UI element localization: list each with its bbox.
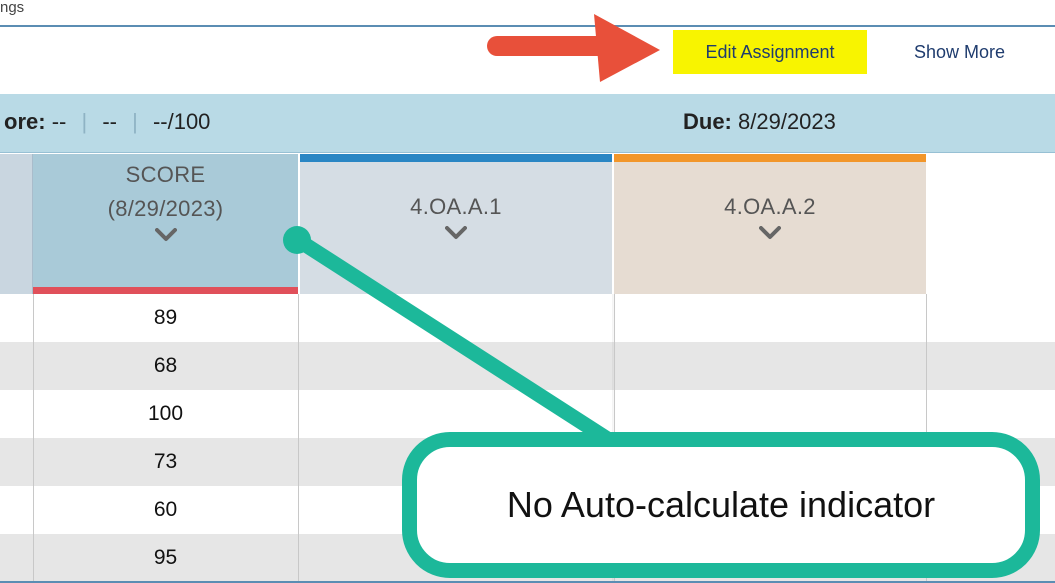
pointer-line-icon [283, 226, 614, 446]
red-arrow-icon [487, 14, 660, 82]
annotation-callout: No Auto-calculate indicator [402, 432, 1040, 578]
